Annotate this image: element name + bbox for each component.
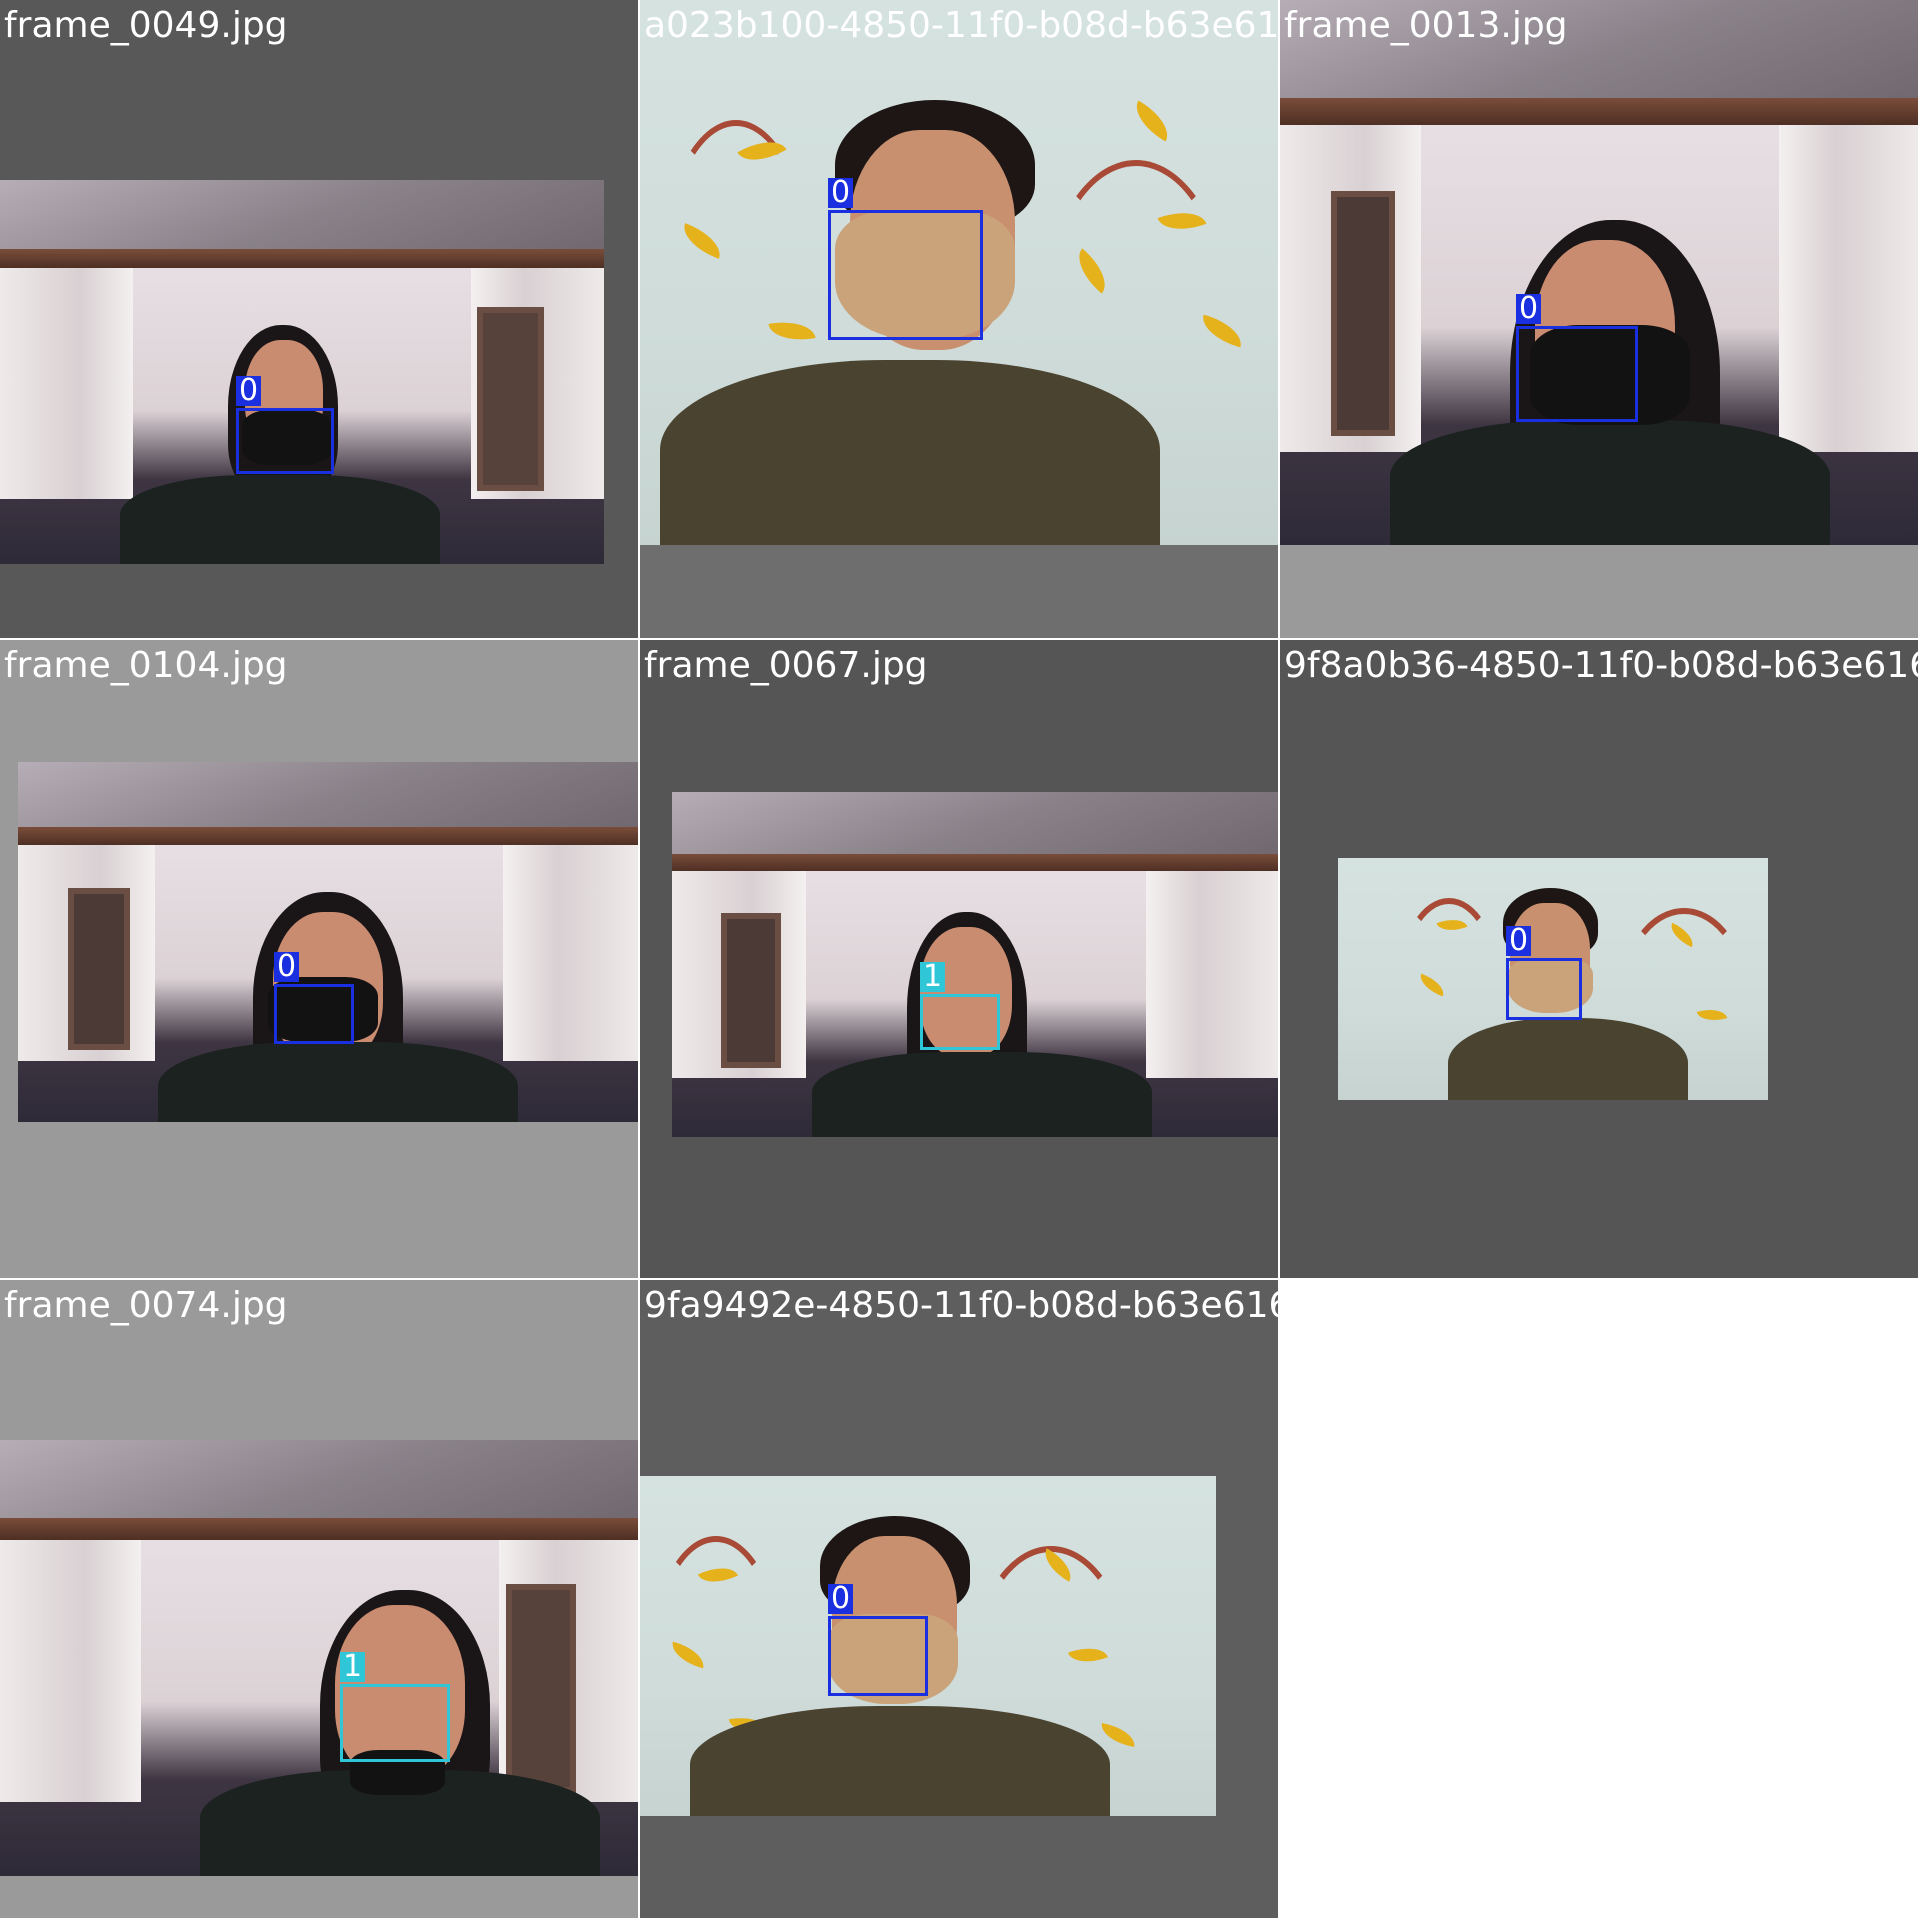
detection-box: [274, 984, 354, 1044]
cell-photo: [0, 180, 604, 564]
cell-filename: a023b100-4850-11f0-b08d-b63e616af7a8.jpg: [644, 5, 1280, 46]
cell-photo: [18, 762, 638, 1122]
class-label: 0: [828, 178, 854, 208]
mosaic-cell: a023b100-4850-11f0-b08d-b63e616af7a8.jpg…: [640, 0, 1280, 640]
cell-photo: [672, 792, 1278, 1137]
cell-filename: frame_0074.jpg: [4, 1285, 288, 1326]
mosaic-cell: 9f8a0b36-4850-11f0-b08d-b63e616af7a8.jpg…: [1280, 640, 1920, 1280]
mosaic-cell: frame_0049.jpg 0: [0, 0, 640, 640]
mosaic-cell: frame_0067.jpg 1: [640, 640, 1280, 1280]
detection-box: [828, 210, 983, 340]
cell-filename: frame_0049.jpg: [4, 5, 288, 46]
detection-box: [828, 1616, 928, 1696]
cell-filename: frame_0104.jpg: [4, 645, 288, 686]
mosaic-cell: frame_0104.jpg 0: [0, 640, 640, 1280]
detection-box: [236, 408, 334, 474]
class-label: 0: [274, 952, 300, 982]
mosaic-cell: frame_0074.jpg 1: [0, 1280, 640, 1920]
detection-box: [1516, 326, 1638, 422]
cell-filename: 9f8a0b36-4850-11f0-b08d-b63e616af7a8.jpg: [1284, 645, 1918, 686]
class-label: 1: [920, 962, 946, 992]
cell-filename: frame_0013.jpg: [1284, 5, 1568, 46]
detection-box: [920, 994, 1000, 1050]
cell-photo: [1280, 0, 1918, 545]
detection-box: [340, 1684, 450, 1762]
class-label: 0: [828, 1584, 854, 1614]
image-mosaic-grid: frame_0049.jpg 0 a023b100-4850-11f0-b08d…: [0, 0, 1920, 1920]
cell-filename: frame_0067.jpg: [644, 645, 928, 686]
cell-photo: [0, 1440, 638, 1876]
cell-photo: [640, 1476, 1216, 1816]
class-label: 0: [1506, 926, 1532, 956]
mosaic-cell: 9fa9492e-4850-11f0-b08d-b63e616af7a8.jpg…: [640, 1280, 1280, 1920]
detection-box: [1506, 958, 1582, 1020]
cell-filename: 9fa9492e-4850-11f0-b08d-b63e616af7a8.jpg: [644, 1285, 1278, 1326]
class-label: 0: [1516, 294, 1542, 324]
class-label: 0: [236, 376, 262, 406]
empty-cell: [1280, 1280, 1920, 1920]
class-label: 1: [340, 1652, 366, 1682]
mosaic-cell: frame_0013.jpg 0: [1280, 0, 1920, 640]
